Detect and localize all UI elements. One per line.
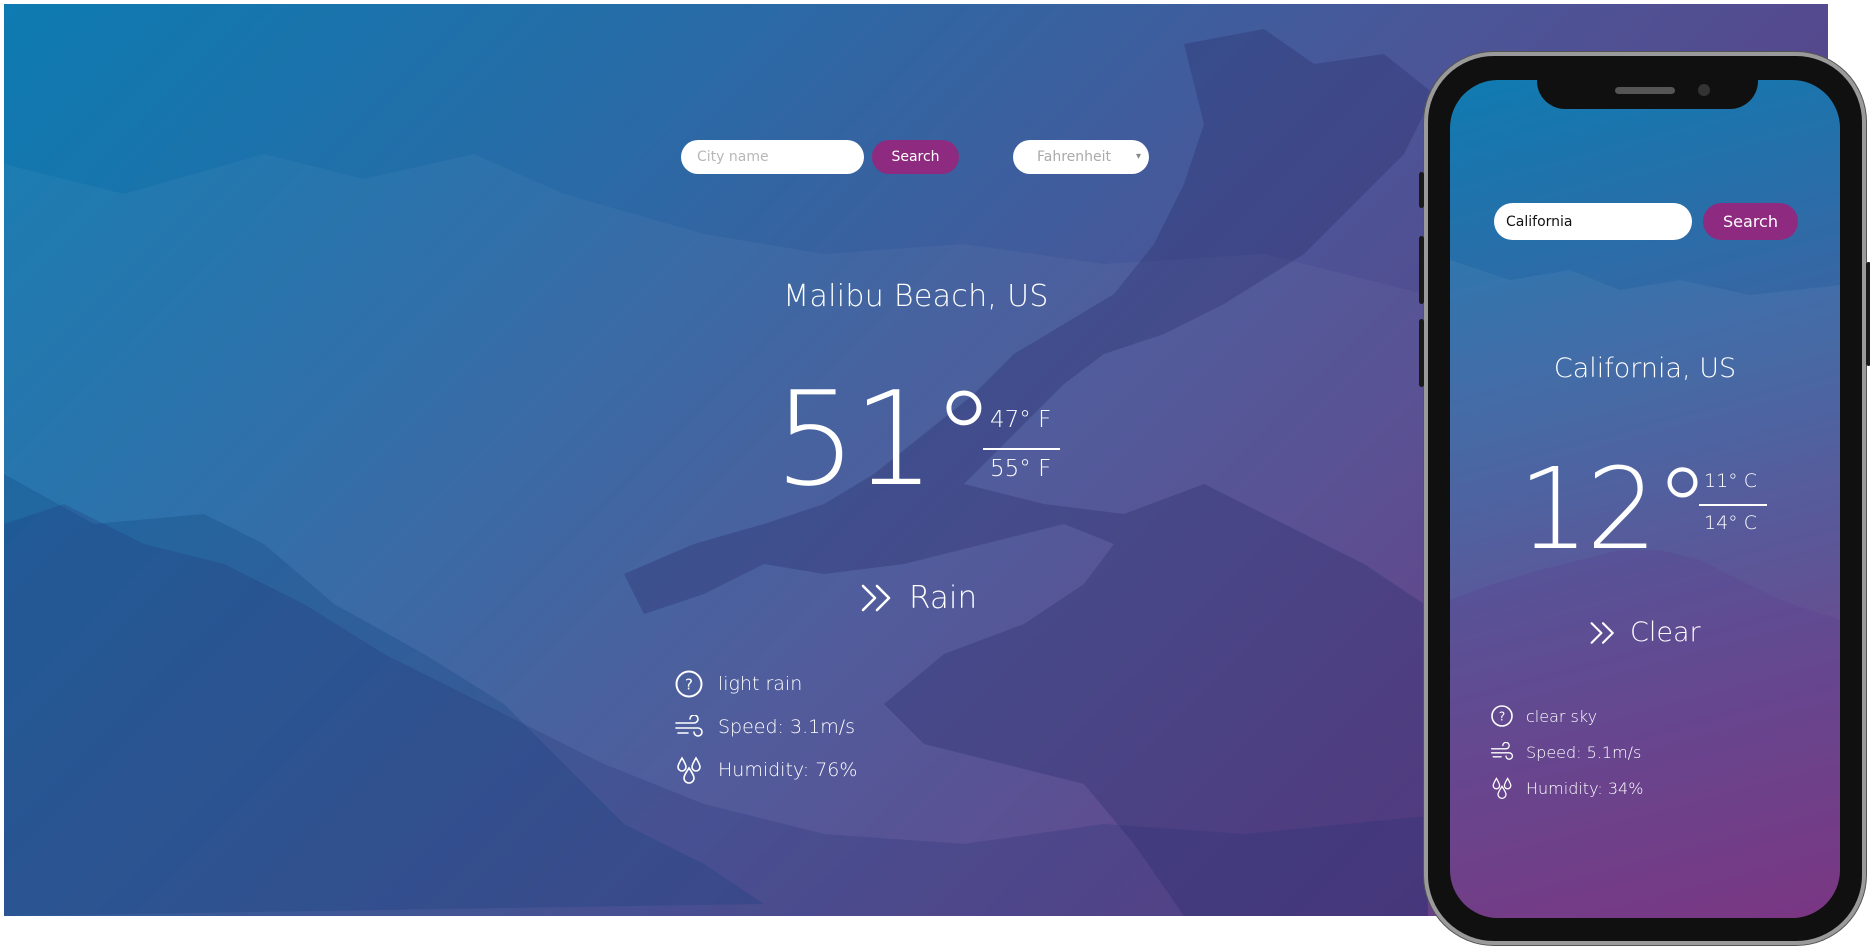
condition-text: Rain (909, 580, 978, 616)
double-chevron-right-icon (1590, 621, 1614, 644)
min-temperature: 47° F (990, 407, 1052, 433)
droplets-icon (674, 755, 704, 785)
mobile-humidity-text: Humidity: 34% (1526, 778, 1644, 798)
temperature-block: 51° 47° F 55° F (774, 369, 1074, 519)
mobile-detail-humidity: Humidity: 34% (1490, 770, 1643, 806)
phone-power-button (1866, 262, 1870, 366)
double-chevron-right-icon (861, 584, 891, 612)
weather-details: ? light rain Speed: 3.1m/s Humidity: 76% (674, 662, 857, 791)
wind-icon (1490, 740, 1514, 764)
phone-speaker (1615, 87, 1675, 94)
mobile-condition: Clear (1588, 617, 1701, 648)
mobile-weather-app: Search California, US 12° 11° C 14° C Cl… (1450, 80, 1840, 918)
mobile-city-input[interactable] (1494, 203, 1692, 240)
search-button[interactable]: Search (872, 140, 959, 174)
svg-text:?: ? (1499, 709, 1505, 723)
description-text: light rain (718, 672, 803, 695)
unit-select-value: Fahrenheit (1037, 149, 1112, 165)
chevron-down-icon: ▾ (1135, 151, 1141, 162)
mobile-wind-speed-text: Speed: 5.1m/s (1526, 742, 1642, 762)
wind-speed-text: Speed: 3.1m/s (718, 715, 856, 738)
mobile-max-temperature: 14° C (1704, 512, 1757, 534)
phone-volume-down (1419, 319, 1424, 387)
phone-notch (1537, 60, 1758, 109)
mobile-description-text: clear sky (1526, 706, 1598, 726)
mobile-weather-details: ? clear sky Speed: 5.1m/s Humidity: 34% (1490, 698, 1643, 806)
mobile-temperature-divider (1699, 504, 1767, 506)
mobile-search-button[interactable]: Search (1703, 203, 1798, 240)
max-temperature: 55° F (990, 456, 1052, 482)
droplets-icon (1490, 776, 1514, 800)
humidity-text: Humidity: 76% (718, 758, 858, 781)
mobile-condition-text: Clear (1630, 617, 1701, 648)
unit-select[interactable]: Fahrenheit ▾ (1013, 140, 1149, 174)
mobile-location-title: California, US (1553, 353, 1737, 384)
wind-icon (674, 712, 704, 742)
mobile-detail-wind: Speed: 5.1m/s (1490, 734, 1643, 770)
city-name-input[interactable] (681, 140, 864, 174)
current-temperature: 51° (774, 363, 996, 515)
svg-text:?: ? (685, 675, 693, 693)
phone-side-button (1419, 172, 1424, 208)
phone-camera (1698, 84, 1710, 96)
temperature-divider (983, 448, 1060, 450)
condition: Rain (859, 578, 977, 618)
mobile-detail-description: ? clear sky (1490, 698, 1643, 734)
detail-wind: Speed: 3.1m/s (674, 705, 857, 748)
detail-humidity: Humidity: 76% (674, 748, 857, 791)
phone-mockup: Search California, US 12° 11° C 14° C Cl… (1419, 52, 1870, 945)
mobile-min-temperature: 11° C (1704, 470, 1757, 492)
detail-description: ? light rain (674, 662, 857, 705)
mobile-current-temperature: 12° (1518, 445, 1711, 575)
question-circle-icon: ? (1490, 704, 1514, 728)
question-circle-icon: ? (674, 669, 704, 699)
phone-volume-up (1419, 236, 1424, 304)
